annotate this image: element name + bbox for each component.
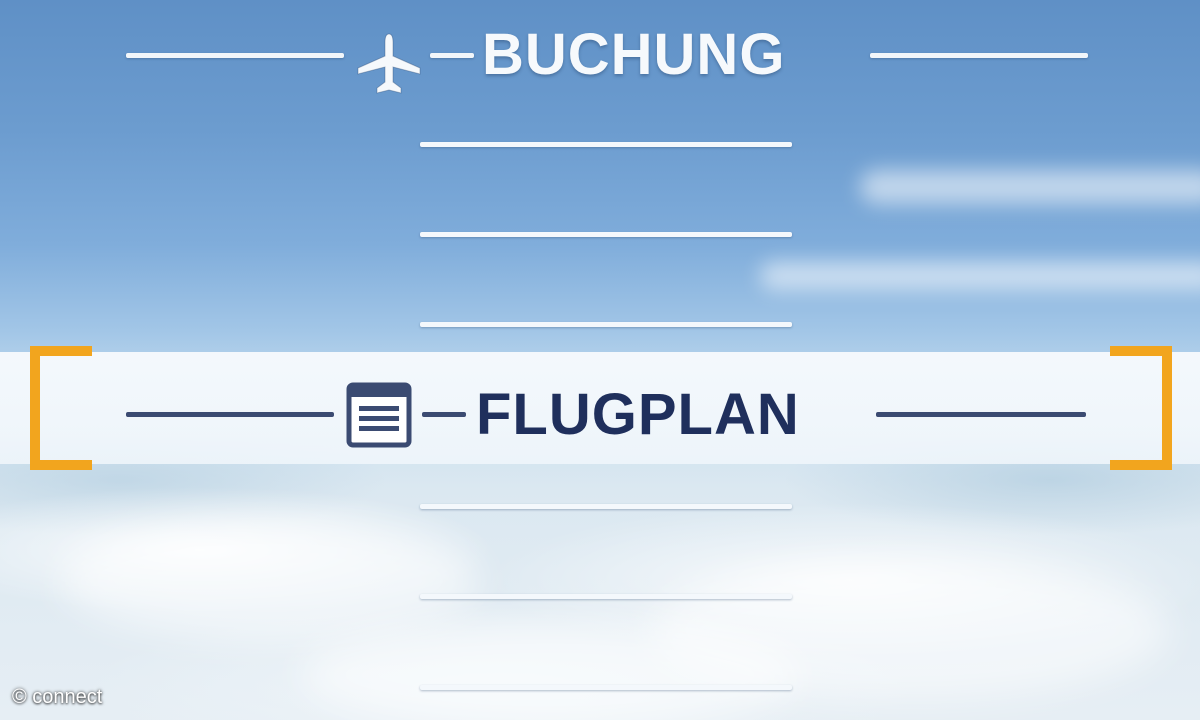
header-line-mid <box>430 53 474 58</box>
menu-header-buchung[interactable]: BUCHUNG <box>0 12 1200 102</box>
selected-line-mid <box>422 412 466 417</box>
menu-item-flugplan[interactable]: FLUGPLAN <box>0 370 1200 460</box>
cloud <box>60 520 480 640</box>
menu-screen: BUCHUNG FLUGPLAN © connect <box>0 0 1200 720</box>
header-line-right <box>870 53 1088 58</box>
selected-line-right <box>876 412 1086 417</box>
selected-line-left <box>126 412 334 417</box>
header-line-left <box>126 53 344 58</box>
menu-header-label: BUCHUNG <box>482 22 786 87</box>
schedule-icon <box>346 382 412 453</box>
copyright-watermark: © connect <box>12 686 103 708</box>
menu-item-placeholder[interactable] <box>420 685 792 690</box>
airplane-icon <box>354 32 424 101</box>
menu-item-label: FLUGPLAN <box>476 382 800 447</box>
menu-item-placeholder[interactable] <box>420 232 792 237</box>
menu-item-placeholder[interactable] <box>420 504 792 509</box>
menu-item-placeholder[interactable] <box>420 594 792 599</box>
menu-item-placeholder[interactable] <box>420 322 792 327</box>
cloud-streak <box>760 262 1200 290</box>
menu-item-placeholder[interactable] <box>420 142 792 147</box>
cloud <box>300 620 800 720</box>
cloud-streak <box>860 170 1200 204</box>
